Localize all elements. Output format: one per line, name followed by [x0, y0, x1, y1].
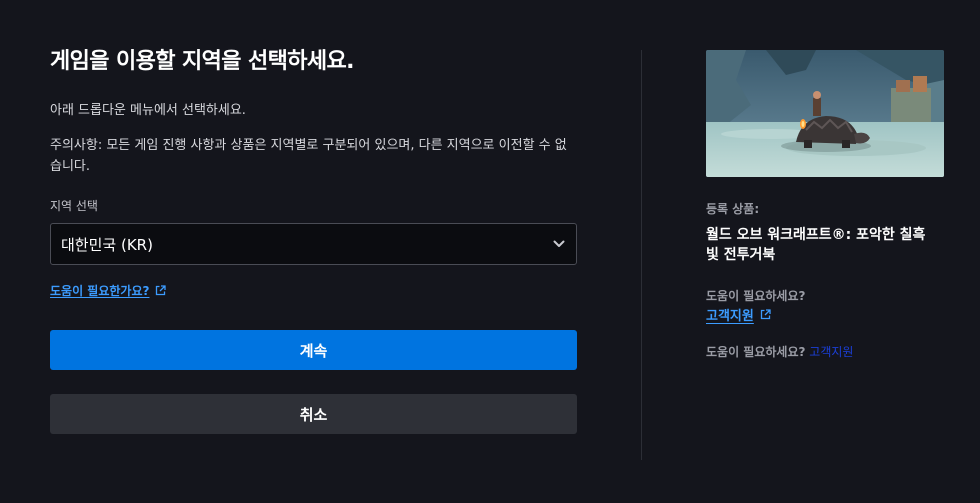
- help-line: 도움이 필요하세요? 고객지원: [706, 344, 946, 360]
- chevron-down-icon: [552, 237, 566, 251]
- continue-button[interactable]: 계속: [50, 330, 577, 370]
- region-dropdown-value: 대한민국 (KR): [61, 235, 153, 254]
- customer-support-link[interactable]: 고객지원: [706, 305, 771, 324]
- product-name: 월드 오브 워크래프트®: 포악한 칠흑빛 전투거북: [706, 227, 926, 263]
- need-help-link[interactable]: 도움이 필요한가요?: [50, 282, 167, 299]
- region-dropdown[interactable]: 대한민국 (KR): [50, 223, 577, 265]
- page-title: 게임을 이용할 지역을 선택하세요.: [50, 49, 355, 74]
- need-help-link-label: 도움이 필요한가요?: [50, 284, 150, 298]
- product-image: [706, 50, 944, 177]
- region-select-label: 지역 선택: [50, 199, 98, 213]
- registered-product-label: 등록 상품:: [706, 202, 760, 216]
- region-select-panel: 게임을 이용할 지역을 선택하세요. 아래 드롭다운 메뉴에서 선택하세요. 주…: [50, 48, 577, 434]
- cancel-button[interactable]: 취소: [50, 394, 577, 434]
- help-line-question: 도움이 필요하세요?: [706, 345, 806, 359]
- external-link-icon: [760, 309, 771, 320]
- instruction-text: 아래 드롭다운 메뉴에서 선택하세요.: [50, 103, 246, 118]
- product-sidebar: 등록 상품: 월드 오브 워크래프트®: 포악한 칠흑빛 전투거북 도움이 필요…: [706, 50, 946, 360]
- notice-text: 주의사항: 모든 게임 진행 사항과 상품은 지역별로 구분되어 있으며, 다른…: [50, 138, 567, 174]
- help-line-support-link[interactable]: 고객지원: [809, 345, 853, 359]
- vertical-divider: [641, 50, 642, 460]
- external-link-icon: [155, 285, 167, 296]
- help-question: 도움이 필요하세요?: [706, 289, 806, 303]
- customer-support-link-label: 고객지원: [706, 309, 754, 324]
